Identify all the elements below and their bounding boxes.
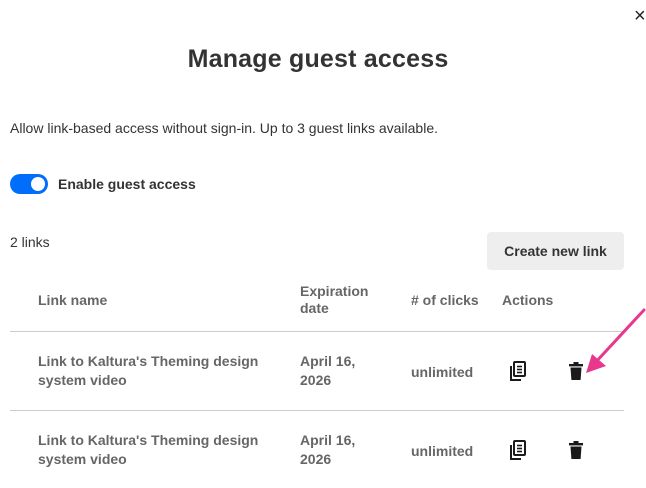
- create-new-link-button[interactable]: Create new link: [487, 232, 624, 270]
- clicks-cell: unlimited: [411, 364, 474, 380]
- toggle-knob: [31, 177, 45, 191]
- manage-guest-access-dialog: × Manage guest access Allow link-based a…: [0, 0, 646, 488]
- copy-icon[interactable]: [510, 361, 526, 386]
- header-clicks: # of clicks: [411, 292, 479, 308]
- expiration-date-cell: April 16, 2026: [300, 353, 356, 388]
- link-name-cell: Link to Kaltura's Theming design system …: [38, 432, 259, 467]
- copy-icon[interactable]: [510, 440, 526, 465]
- link-count: 2 links: [10, 234, 50, 250]
- close-icon[interactable]: ×: [634, 6, 646, 26]
- guest-access-toggle-label: Enable guest access: [58, 176, 196, 192]
- table-row: Link to Kaltura's Theming design system …: [10, 332, 624, 411]
- expiration-date-cell: April 16, 2026: [300, 432, 356, 467]
- header-actions: Actions: [502, 292, 554, 308]
- guest-access-toggle[interactable]: [10, 174, 48, 194]
- guest-links-table: Link name Expiration date # of clicks Ac…: [10, 278, 624, 488]
- header-link-name: Link name: [38, 292, 108, 308]
- guest-access-toggle-row: Enable guest access: [10, 174, 196, 194]
- trash-icon[interactable]: [568, 361, 584, 386]
- table-row: Link to Kaltura's Theming design system …: [10, 411, 624, 488]
- dialog-description: Allow link-based access without sign-in.…: [10, 120, 438, 136]
- trash-icon[interactable]: [568, 440, 584, 465]
- table-header: Link name Expiration date # of clicks Ac…: [10, 278, 624, 332]
- header-expiration-date: Expiration date: [300, 283, 369, 316]
- dialog-title: Manage guest access: [187, 45, 449, 73]
- clicks-cell: unlimited: [411, 443, 474, 459]
- link-name-cell: Link to Kaltura's Theming design system …: [38, 353, 259, 388]
